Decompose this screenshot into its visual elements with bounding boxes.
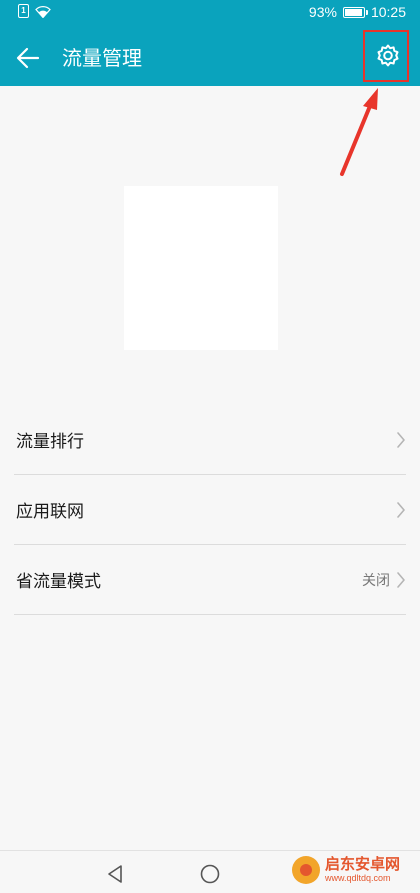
- list-item-label: 流量排行: [16, 432, 84, 452]
- list-item-right: 关闭: [362, 545, 406, 614]
- battery-icon: [342, 6, 368, 18]
- list-item-right: [396, 405, 406, 474]
- title-bar: 流量管理: [0, 30, 420, 86]
- wifi-icon: [35, 5, 51, 18]
- battery-percent-text: 93%: [308, 4, 337, 20]
- app-header: 1 93% 10:25 流量管理: [0, 0, 420, 86]
- back-button[interactable]: [12, 42, 44, 74]
- triangle-back-icon[interactable]: [104, 863, 126, 885]
- traffic-chart-area: [124, 186, 278, 350]
- gear-icon: [377, 44, 399, 67]
- circle-home-icon[interactable]: [199, 863, 221, 885]
- system-nav-bar: [0, 850, 420, 893]
- sim-label: 1: [21, 6, 26, 15]
- list-item-app-networking[interactable]: 应用联网: [14, 475, 406, 545]
- status-right: 93% 10:25: [309, 4, 406, 20]
- status-left: 1: [18, 4, 51, 18]
- battery-level-fill: [344, 8, 362, 16]
- sim-card-icon: 1: [18, 4, 29, 18]
- status-time: 10:25: [370, 4, 406, 20]
- list-item-traffic-ranking[interactable]: 流量排行: [14, 405, 406, 475]
- list-item-right: [396, 475, 406, 544]
- arrow-left-icon: [16, 47, 40, 69]
- list-item-label: 省流量模式: [16, 572, 101, 592]
- settings-button[interactable]: [365, 30, 411, 82]
- data-saver-status: 关闭: [362, 572, 390, 589]
- chevron-right-icon: [397, 431, 405, 448]
- status-bar: 1 93% 10:25: [0, 0, 420, 26]
- chevron-right-icon: [397, 501, 405, 518]
- page-title: 流量管理: [62, 46, 142, 70]
- red-arrow-annotation: [340, 88, 378, 176]
- settings-list: 流量排行 应用联网 省流量模式 关闭: [0, 405, 420, 615]
- chevron-right-icon: [397, 571, 405, 588]
- list-item-data-saver[interactable]: 省流量模式 关闭: [14, 545, 406, 615]
- list-item-label: 应用联网: [16, 502, 84, 522]
